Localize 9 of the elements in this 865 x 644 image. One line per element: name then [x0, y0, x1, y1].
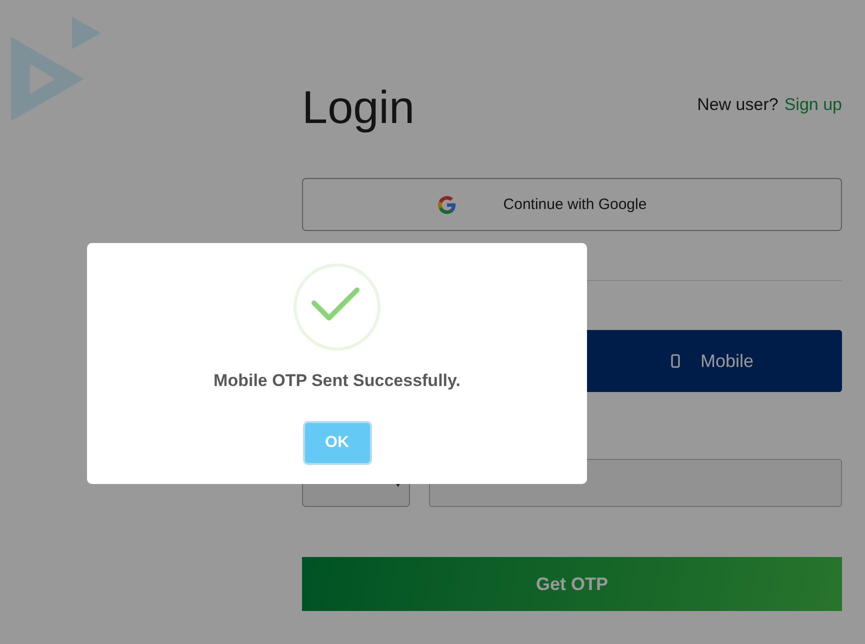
phone-icon: [671, 354, 680, 368]
ok-button[interactable]: OK: [302, 421, 372, 465]
dialog-message: Mobile OTP Sent Successfully.: [214, 371, 460, 391]
get-otp-button[interactable]: Get OTP: [302, 557, 842, 611]
google-button[interactable]: Continue with Google: [302, 178, 842, 231]
page-title: Login: [302, 80, 415, 135]
sign-up-link[interactable]: Sign up: [784, 95, 842, 115]
google-icon: [437, 194, 458, 214]
new-user-text: New user?: [697, 95, 778, 115]
